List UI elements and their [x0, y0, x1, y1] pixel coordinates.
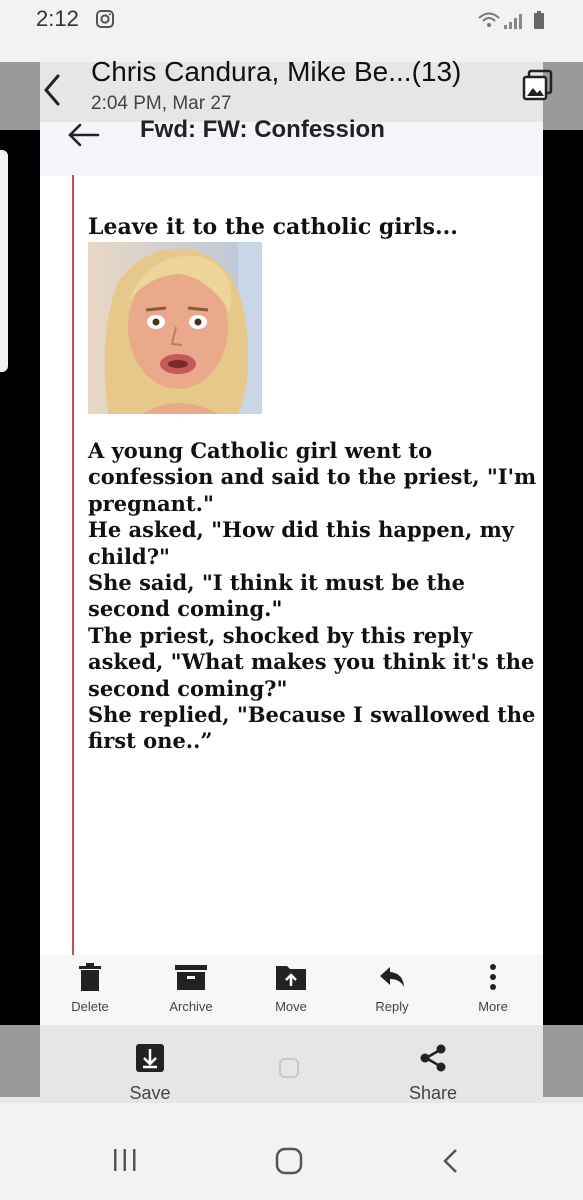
email-screenshot: Fwd: FW: Confession Leave it to the cath… — [40, 116, 543, 1025]
reply-button[interactable]: Reply — [347, 963, 437, 1014]
save-button[interactable]: Save — [90, 1043, 210, 1104]
body-line: She replied, "Because I swallowed the — [88, 702, 536, 728]
edge-panel-handle[interactable] — [0, 150, 8, 372]
trash-icon — [79, 963, 101, 991]
instagram-icon — [96, 10, 114, 28]
share-icon — [420, 1044, 446, 1072]
body-line: The priest, shocked by this reply — [88, 622, 473, 648]
arrow-back-icon — [68, 123, 100, 147]
body-line: second coming." — [88, 596, 283, 622]
back-icon[interactable] — [441, 1148, 461, 1174]
email-subject-bar: Fwd: FW: Confession — [40, 116, 543, 176]
body-line: She said, "I think it must be the — [88, 570, 465, 596]
home-icon[interactable] — [275, 1147, 303, 1175]
archive-button[interactable]: Archive — [146, 963, 236, 1014]
conversation-title: Chris Candura, Mike Be...(13) — [91, 56, 462, 87]
body-line: asked, "What makes you think it's the — [88, 649, 535, 675]
archive-icon — [175, 965, 207, 990]
recent-apps-icon[interactable] — [112, 1148, 138, 1172]
body-line: He asked, "How did this happen, my — [88, 517, 514, 543]
save-label: Save — [129, 1083, 171, 1103]
message-timestamp: 2:04 PM, Mar 27 — [91, 93, 232, 114]
delete-button[interactable]: Delete — [45, 963, 135, 1014]
body-line: pregnant." — [88, 490, 214, 516]
email-body: A young Catholic girl went to confession… — [88, 438, 538, 755]
folder-move-icon — [276, 966, 306, 990]
body-line: A young Catholic girl went to — [88, 438, 433, 463]
meme-photo — [88, 242, 262, 414]
more-vertical-icon — [490, 964, 496, 990]
quote-bar — [72, 175, 74, 955]
reply-icon — [380, 967, 404, 987]
body-line: first one..” — [88, 728, 213, 754]
share-button[interactable]: Share — [373, 1043, 493, 1104]
connectivity-icons — [478, 11, 544, 29]
email-lead-text: Leave it to the catholic girls... — [88, 214, 458, 240]
status-bar: 2:12 — [0, 0, 583, 62]
back-chevron-icon[interactable] — [38, 70, 66, 110]
archive-label: Archive — [169, 999, 213, 1014]
move-button[interactable]: Move — [246, 963, 336, 1014]
share-label: Share — [408, 1083, 458, 1103]
move-label: Move — [275, 999, 307, 1014]
battery-icon — [534, 11, 544, 29]
download-icon — [136, 1044, 164, 1072]
home-square-icon — [279, 1058, 299, 1078]
status-time: 2:12 — [36, 6, 79, 31]
gallery-bottom-bar: Save Share — [0, 1025, 583, 1103]
gallery-icon[interactable] — [521, 68, 555, 102]
reply-label: Reply — [375, 999, 409, 1014]
email-subject: Fwd: FW: Confession — [140, 116, 385, 143]
system-nav-bar — [0, 1103, 583, 1200]
body-line: child?" — [88, 543, 170, 569]
body-line: second coming?" — [88, 675, 288, 701]
delete-label: Delete — [71, 999, 109, 1014]
more-label: More — [478, 999, 508, 1014]
wifi-icon — [478, 12, 500, 27]
mail-action-toolbar: Delete Archive Move Reply More — [40, 955, 543, 1025]
body-line: confession and said to the priest, "I'm — [88, 464, 537, 490]
more-button[interactable]: More — [448, 963, 538, 1014]
cell-signal-icon — [504, 14, 522, 29]
